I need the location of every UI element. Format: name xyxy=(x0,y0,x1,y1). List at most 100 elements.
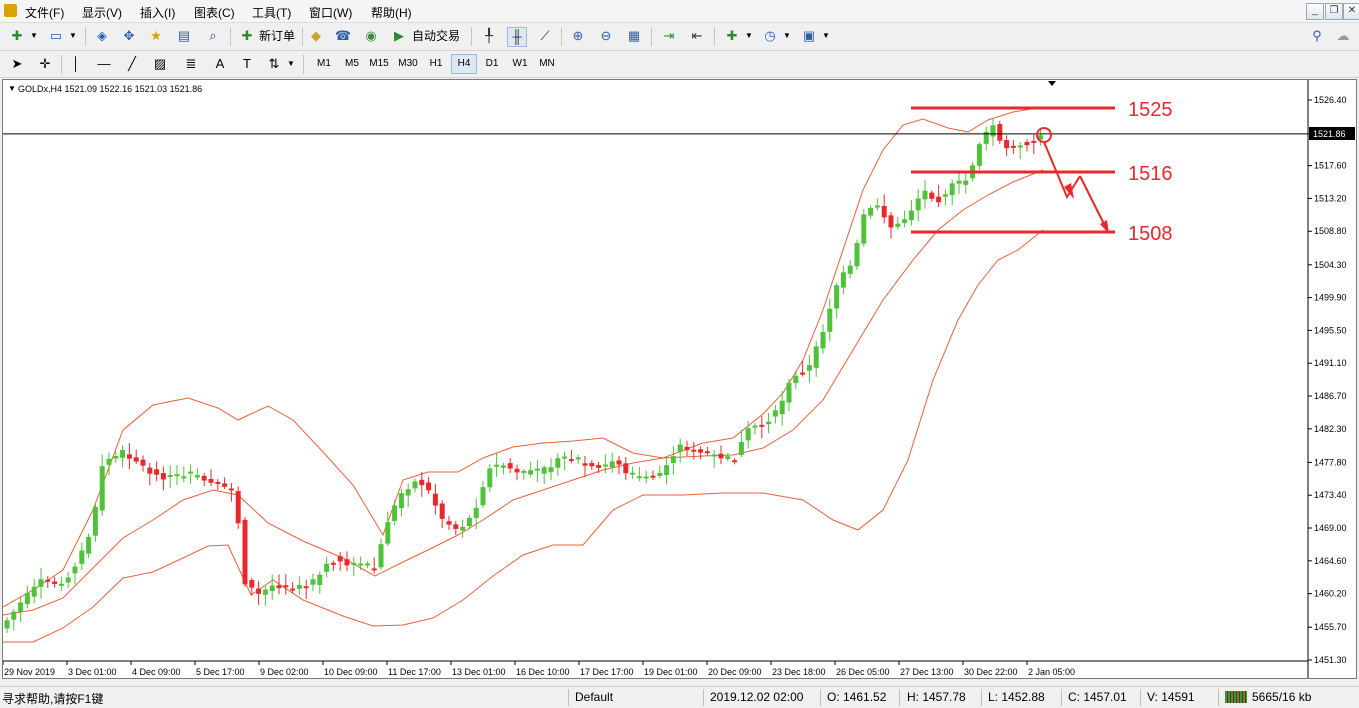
new-chart-icon[interactable]: ✚ xyxy=(8,27,26,45)
support-resistance-levels[interactable]: 1525 1516 1508 xyxy=(911,99,1173,245)
new-order-icon[interactable]: ✚ xyxy=(238,27,256,45)
profiles-icon[interactable]: ▭ xyxy=(47,27,65,45)
menu-tools[interactable]: 工具(T) xyxy=(252,4,291,21)
bull-candle xyxy=(412,481,418,489)
connection-status-icon[interactable] xyxy=(1225,691,1247,703)
crosshair-move-icon[interactable]: ✥ xyxy=(120,27,138,45)
navigator-icon[interactable]: ★ xyxy=(147,27,165,45)
bull-candle xyxy=(351,562,357,565)
trendline-icon[interactable]: ╱ xyxy=(123,55,141,73)
chart-shift-marker[interactable] xyxy=(1048,81,1056,86)
close-icon[interactable]: ✕ xyxy=(1343,3,1359,20)
menu-window[interactable]: 窗口(W) xyxy=(309,4,352,21)
chart-canvas[interactable]: ▼ GOLDx,H4 1521.09 1522.16 1521.03 1521.… xyxy=(3,80,1356,678)
tester-icon[interactable]: ⌕ xyxy=(204,27,222,45)
price-tick-label: 1513.20 xyxy=(1314,193,1347,203)
bull-candle xyxy=(745,428,751,441)
menu-file[interactable]: 文件(F) xyxy=(25,4,64,21)
chevron-down-icon[interactable]: ▼ xyxy=(822,27,830,45)
bar-chart-icon[interactable]: ╀ xyxy=(480,27,498,45)
chevron-down-icon[interactable]: ▼ xyxy=(69,27,77,45)
chat-icon[interactable]: ☁ xyxy=(1334,27,1352,45)
arrows-icon[interactable]: ⇅ xyxy=(265,55,283,73)
chevron-down-icon[interactable]: ▼ xyxy=(287,55,295,73)
bull-candle xyxy=(99,466,105,511)
chevron-down-icon[interactable]: ▼ xyxy=(783,27,791,45)
timeframe-m15[interactable]: M15 xyxy=(367,55,391,73)
horizontal-line-icon[interactable]: — xyxy=(95,55,113,73)
vertical-line-icon[interactable]: │ xyxy=(67,55,85,73)
cursor-icon[interactable]: ➤ xyxy=(8,55,26,73)
candlestick-icon[interactable]: ╫ xyxy=(507,27,527,47)
dropdown-arrow-icon[interactable]: ▼ xyxy=(8,84,16,93)
bear-candle xyxy=(759,424,765,427)
bear-candle xyxy=(208,478,214,483)
bull-candle xyxy=(392,505,398,521)
time-tick-label: 4 Dec 09:00 xyxy=(132,667,181,677)
price-tick-label: 1486.70 xyxy=(1314,391,1347,401)
bull-candle xyxy=(310,579,316,585)
auto-trading-icon[interactable]: ▶ xyxy=(390,27,408,45)
timeframe-m5[interactable]: M5 xyxy=(340,55,364,73)
bull-candle xyxy=(806,365,812,371)
menu-view[interactable]: 显示(V) xyxy=(82,4,122,21)
bear-candle xyxy=(881,206,887,218)
line-chart-icon[interactable]: ⟋ xyxy=(536,27,554,45)
timeframe-h1[interactable]: H1 xyxy=(424,55,448,73)
menu-help[interactable]: 帮助(H) xyxy=(371,4,412,21)
indicators-icon[interactable]: ✚ xyxy=(723,27,741,45)
profile-name[interactable]: Default xyxy=(575,690,613,704)
bull-candle xyxy=(963,180,969,185)
text-icon[interactable]: A xyxy=(211,55,229,73)
auto-scroll-icon[interactable]: ⇥ xyxy=(660,27,678,45)
bear-candle xyxy=(147,467,153,474)
channel-icon[interactable]: ▨ xyxy=(151,55,169,73)
bull-candle xyxy=(521,470,527,473)
bear-candle xyxy=(1024,142,1030,146)
auto-trading-button[interactable]: 自动交易 xyxy=(412,27,460,45)
meta-editor-icon[interactable]: ◆ xyxy=(307,27,325,45)
price-tick-label: 1451.30 xyxy=(1314,655,1347,665)
menu-insert[interactable]: 插入(I) xyxy=(140,4,175,21)
tile-windows-icon[interactable]: ▦ xyxy=(625,27,643,45)
bear-candle xyxy=(160,473,166,480)
search-icon[interactable]: ⚲ xyxy=(1308,27,1326,45)
chart-shift-icon[interactable]: ⇤ xyxy=(688,27,706,45)
chevron-down-icon[interactable]: ▼ xyxy=(30,27,38,45)
bollinger-upper-line xyxy=(3,106,1044,608)
timeframe-w1[interactable]: W1 xyxy=(508,55,532,73)
time-tick-label: 17 Dec 17:00 xyxy=(580,667,634,677)
templates-icon[interactable]: ▣ xyxy=(800,27,818,45)
time-tick-label: 13 Dec 01:00 xyxy=(452,667,506,677)
bear-candle xyxy=(154,469,160,475)
chevron-down-icon[interactable]: ▼ xyxy=(745,27,753,45)
fibonacci-icon[interactable]: ≣ xyxy=(182,55,200,73)
text-label-icon[interactable]: T xyxy=(238,55,256,73)
minimize-icon[interactable]: _ xyxy=(1306,3,1324,20)
bear-candle xyxy=(303,586,309,589)
zoom-out-icon[interactable]: ⊖ xyxy=(597,27,615,45)
timeframe-mn[interactable]: MN xyxy=(535,55,559,73)
crosshair-icon[interactable]: ✛ xyxy=(36,55,54,73)
options-icon[interactable]: ☎ xyxy=(334,27,352,45)
bull-candle xyxy=(548,467,554,473)
zoom-in-icon[interactable]: ⊕ xyxy=(569,27,587,45)
traffic-status: 5665/16 kb xyxy=(1252,690,1312,704)
price-tick-label: 1460.20 xyxy=(1314,589,1347,599)
price-chart[interactable]: ▼ GOLDx,H4 1521.09 1522.16 1521.03 1521.… xyxy=(2,79,1357,679)
bear-candle xyxy=(623,463,629,474)
new-order-button[interactable]: 新订单 xyxy=(259,27,295,45)
menu-charts[interactable]: 图表(C) xyxy=(194,4,235,21)
bull-candle xyxy=(942,194,948,197)
bear-candle xyxy=(718,453,724,459)
signals-icon[interactable]: ◉ xyxy=(362,27,380,45)
market-watch-icon[interactable]: ◈ xyxy=(93,27,111,45)
timeframe-m1[interactable]: M1 xyxy=(312,55,336,73)
forecast-arrow-2 xyxy=(1079,175,1108,231)
terminal-icon[interactable]: ▤ xyxy=(175,27,193,45)
restore-icon[interactable]: ❐ xyxy=(1325,3,1343,20)
timeframe-h4[interactable]: H4 xyxy=(451,54,477,74)
timeframe-m30[interactable]: M30 xyxy=(396,55,420,73)
periods-icon[interactable]: ◷ xyxy=(761,27,779,45)
timeframe-d1[interactable]: D1 xyxy=(480,55,504,73)
